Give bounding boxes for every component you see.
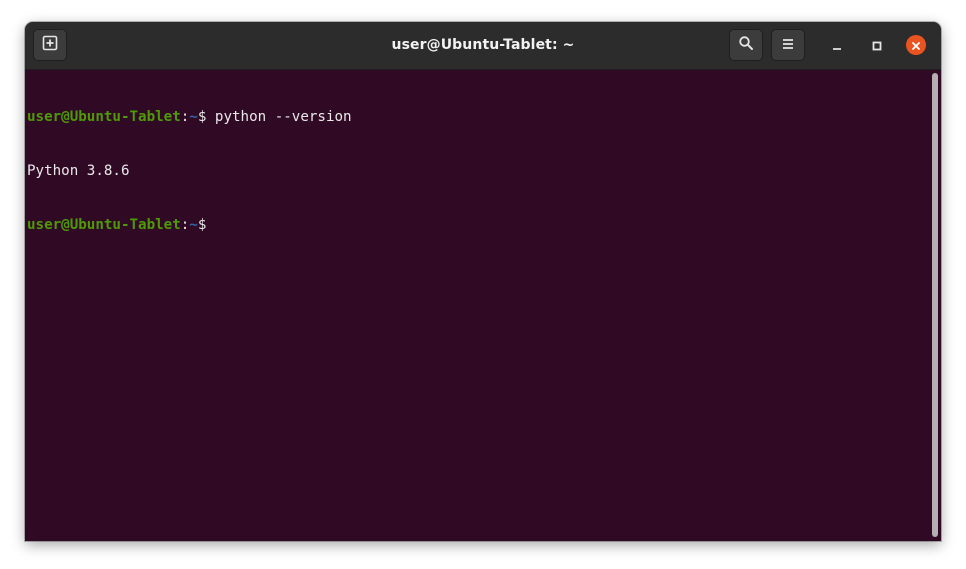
- prompt-symbol: $: [197, 217, 207, 233]
- terminal-output[interactable]: user@Ubuntu-Tablet:~$ python --version P…: [25, 70, 941, 541]
- prompt-user-host: user@Ubuntu-Tablet: [27, 217, 181, 233]
- hamburger-menu-icon: [781, 36, 795, 55]
- terminal-line-prompt: user@Ubuntu-Tablet:~$: [27, 216, 941, 234]
- search-icon: [738, 35, 754, 55]
- close-icon: [911, 36, 921, 55]
- minimize-button[interactable]: [827, 35, 847, 55]
- prompt-separator: :: [180, 109, 190, 125]
- title-bar[interactable]: user@Ubuntu-Tablet: ~: [25, 22, 941, 70]
- maximize-icon: [872, 36, 882, 55]
- scrollbar[interactable]: [932, 73, 938, 537]
- scrollbar-thumb[interactable]: [932, 73, 938, 537]
- prompt-path: ~: [189, 217, 198, 233]
- prompt-user-host: user@Ubuntu-Tablet: [27, 109, 181, 125]
- prompt-path: ~: [189, 109, 198, 125]
- terminal-window: user@Ubuntu-Tablet: ~ user@Ubuntu-Tablet…: [25, 22, 941, 541]
- prompt-separator: :: [180, 217, 190, 233]
- command-text: python --version: [206, 109, 352, 125]
- terminal-line-command: user@Ubuntu-Tablet:~$ python --version: [27, 108, 941, 126]
- maximize-button[interactable]: [867, 35, 887, 55]
- menu-button[interactable]: [771, 29, 805, 61]
- search-button[interactable]: [729, 29, 763, 61]
- command-output: Python 3.8.6: [27, 163, 130, 179]
- terminal-line-output: Python 3.8.6: [27, 162, 941, 180]
- close-button[interactable]: [906, 35, 926, 55]
- minimize-icon: [832, 36, 842, 55]
